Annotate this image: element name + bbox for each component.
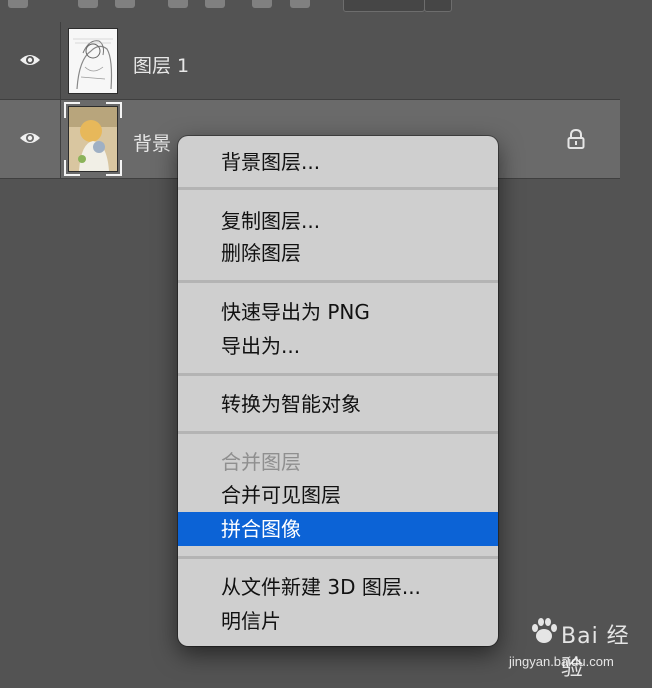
layer-thumbnail[interactable] (64, 102, 122, 176)
menu-item-export-as[interactable]: 导出为... (178, 329, 498, 363)
lock-icon[interactable] (566, 128, 586, 150)
menu-item-merge-layers: 合并图层 (221, 450, 301, 474)
menu-item-flatten-image[interactable]: 拼合图像 (178, 512, 498, 546)
shape-filter-icon[interactable] (205, 0, 225, 8)
menu-item-merge-visible[interactable]: 合并可见图层 (178, 478, 498, 512)
menu-separator (178, 556, 498, 559)
selection-corner (64, 160, 80, 176)
baidu-jingyan-watermark: Bai 经验 jingyan.baidu.com (495, 612, 650, 682)
selection-corner (106, 102, 122, 118)
layer-row-layer1[interactable]: 图层 1 (0, 22, 620, 100)
menu-separator (178, 187, 498, 190)
layers-panel-toolbar (0, 0, 620, 23)
image-filter-icon[interactable] (78, 0, 98, 8)
menu-item-duplicate-layer[interactable]: 复制图层... (178, 204, 498, 238)
adjustment-filter-icon[interactable] (115, 0, 135, 8)
menu-separator (178, 431, 498, 434)
menu-separator (178, 280, 498, 283)
paw-logo-icon (532, 618, 557, 643)
menu-item-background-layer[interactable]: 背景图层... (178, 145, 498, 179)
menu-item-quick-export-png[interactable]: 快速导出为 PNG (178, 295, 498, 329)
sketch-thumbnail-image (69, 29, 117, 93)
menu-item-convert-to-smart-object[interactable]: 转换为智能对象 (178, 387, 498, 421)
menu-item-delete-layer[interactable]: 删除图层 (178, 236, 498, 270)
link-icon[interactable] (290, 0, 310, 8)
eye-icon[interactable] (19, 131, 41, 145)
filter-kind-icon[interactable] (8, 0, 28, 8)
type-filter-icon[interactable] (168, 0, 188, 8)
visibility-column (0, 100, 61, 178)
watermark-brand: Bai 经验 (561, 624, 630, 681)
menu-item-new-3d-layer-from-file[interactable]: 从文件新建 3D 图层... (178, 570, 498, 604)
blend-mode-dropdown-arrow[interactable] (424, 0, 452, 12)
visibility-column (0, 22, 61, 99)
menu-item-postcard[interactable]: 明信片 (178, 604, 498, 638)
layer-context-menu: 背景图层... 复制图层... 删除图层 快速导出为 PNG 导出为... 转换… (178, 136, 498, 646)
smart-object-filter-icon[interactable] (252, 0, 272, 8)
menu-separator (178, 373, 498, 376)
watermark-url: jingyan.baidu.com (509, 654, 614, 669)
layer-thumbnail[interactable] (68, 28, 118, 94)
layer-name[interactable]: 图层 1 (133, 51, 189, 78)
layer-name[interactable]: 背景 (133, 129, 171, 156)
eye-icon[interactable] (19, 53, 41, 67)
blend-mode-select[interactable] (343, 0, 425, 12)
